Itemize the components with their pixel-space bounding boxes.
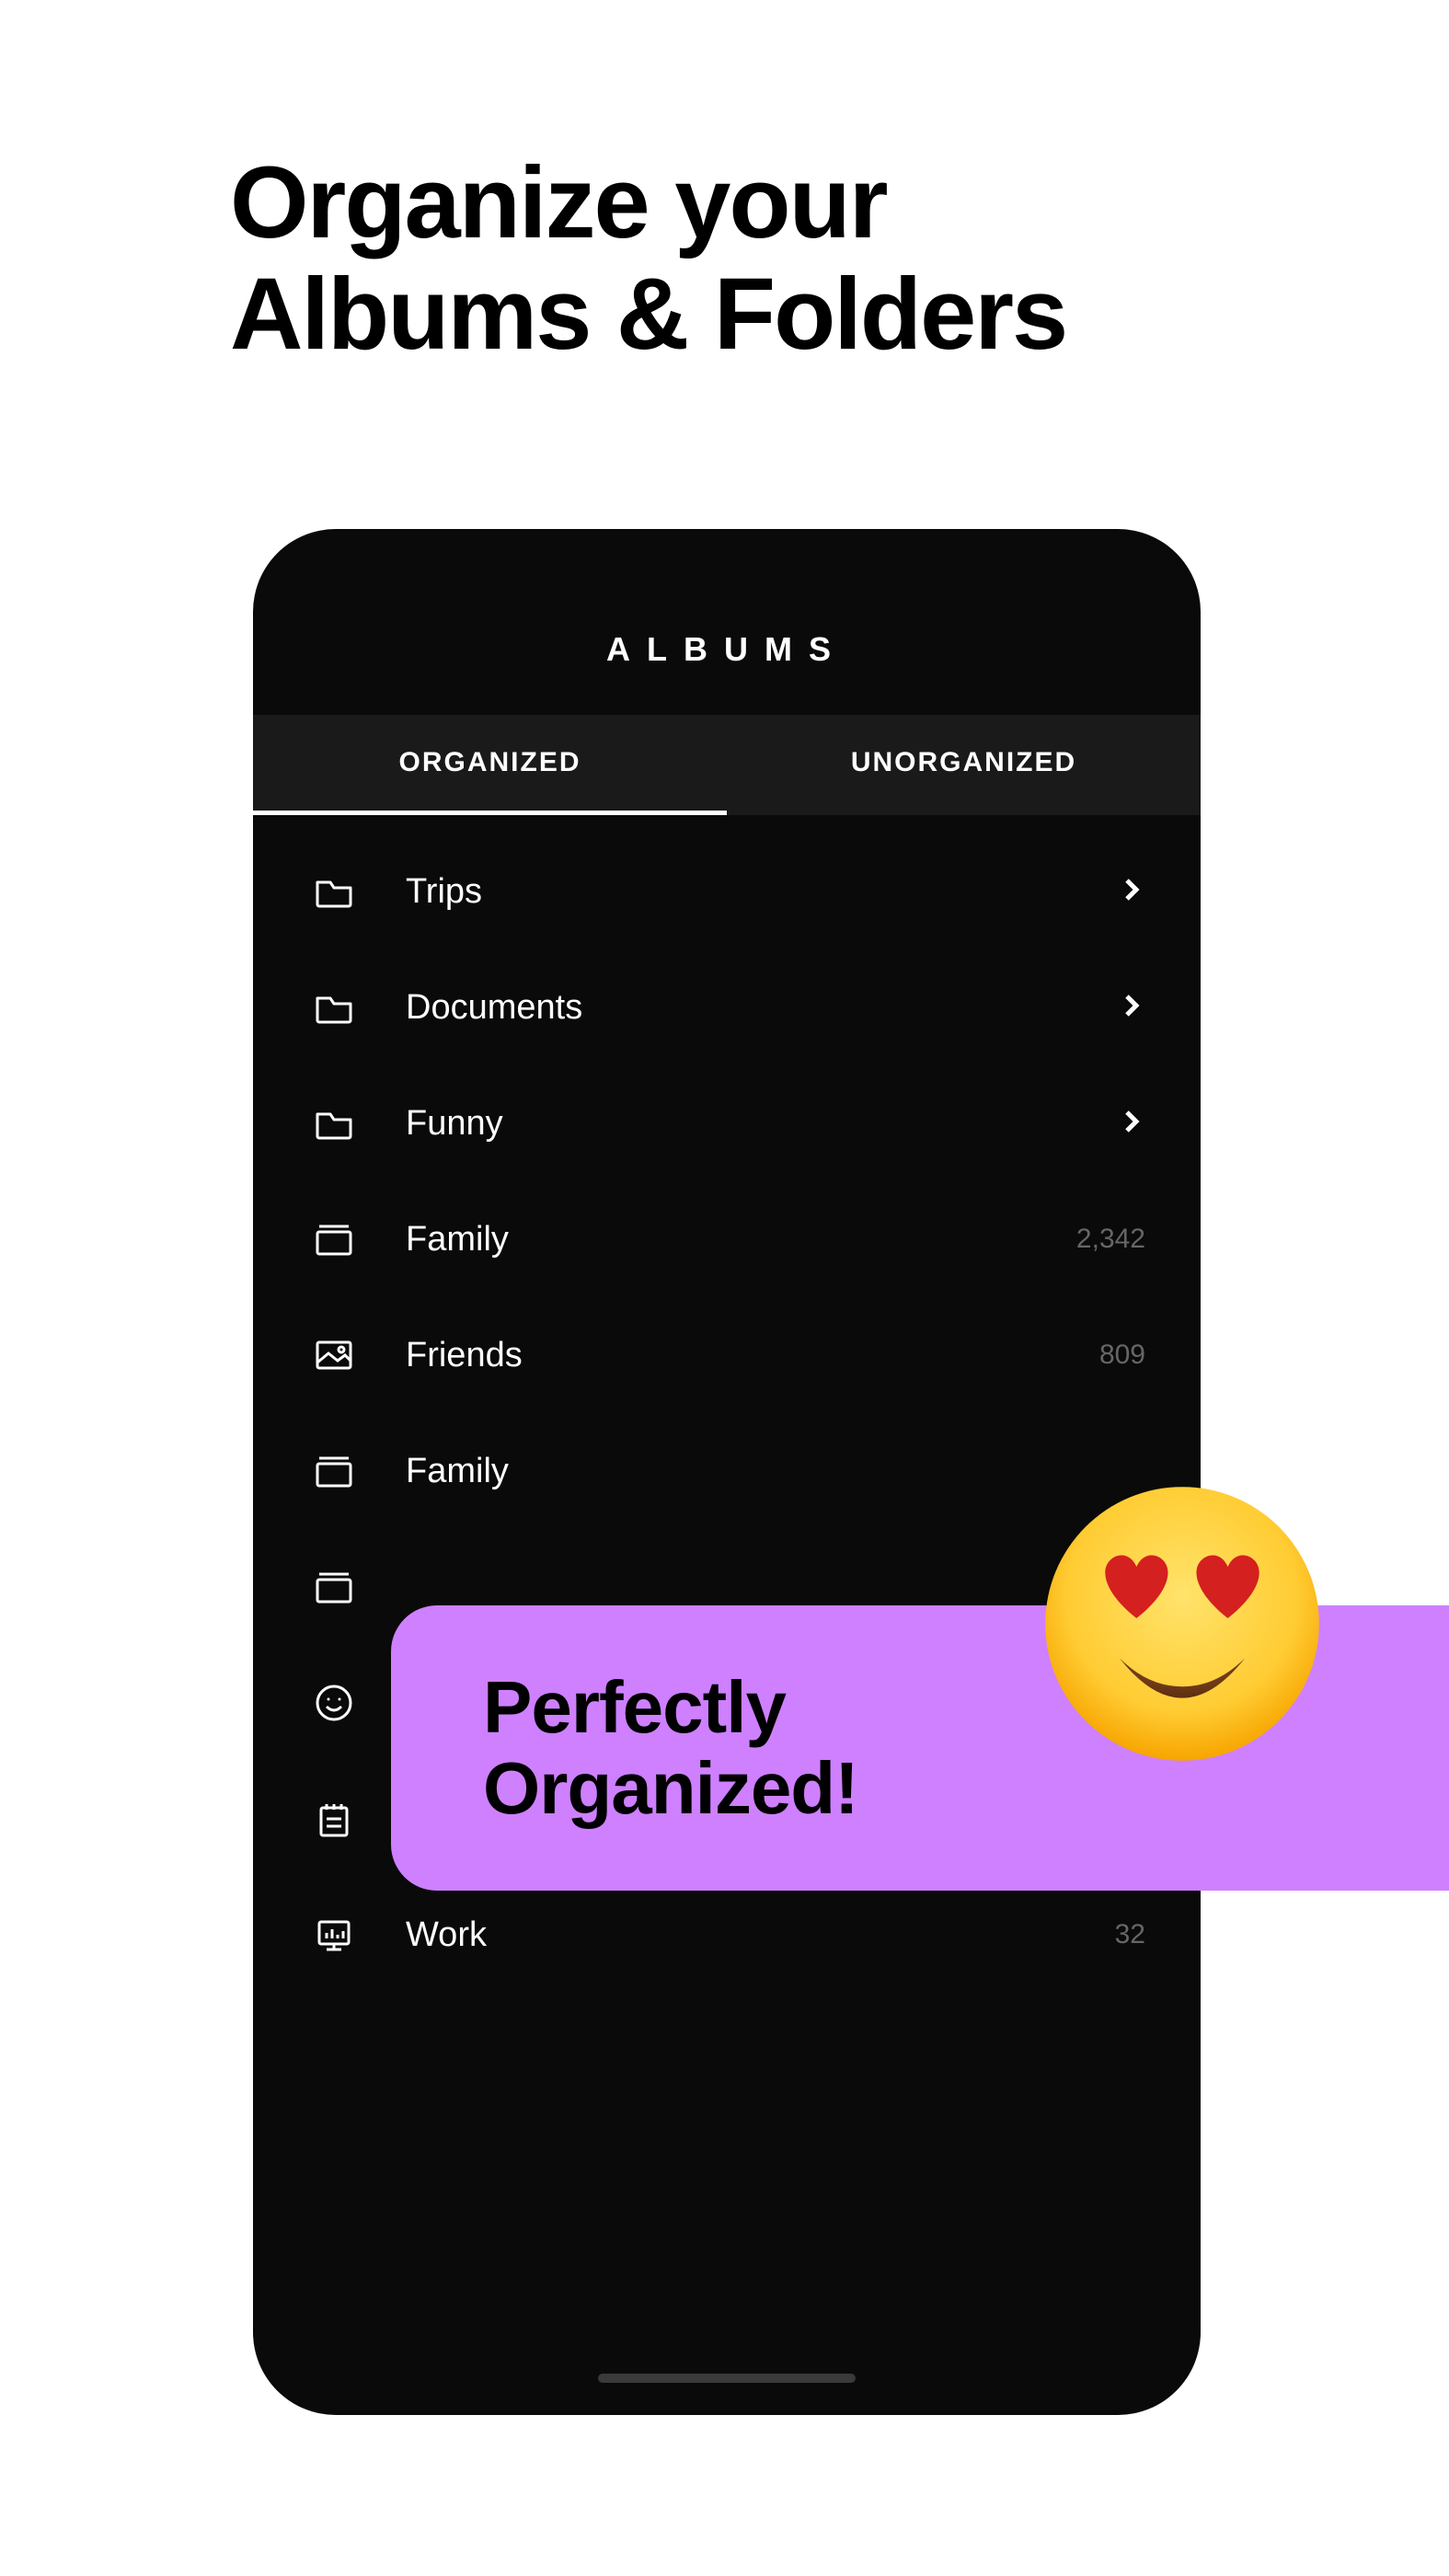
list-item-label: Trips: [406, 872, 1118, 912]
list-item[interactable]: Family2,342: [253, 1181, 1201, 1297]
callout-line1: Perfectly: [483, 1667, 858, 1748]
list-item-label: Friends: [406, 1336, 1099, 1375]
list-item-count: 2,342: [1076, 1224, 1145, 1255]
phone-frame: ALBUMS ORGANIZED UNORGANIZED Trips Docume…: [253, 529, 1201, 2415]
list-item-count: 32: [1115, 1919, 1145, 1950]
callout-line2: Organized!: [483, 1748, 858, 1829]
list-item-label: Work: [406, 1915, 1115, 1955]
list-item-label: Documents: [406, 988, 1118, 1028]
headline-line2: Albums & Folders: [230, 259, 1066, 370]
smile-icon: [308, 1677, 360, 1729]
chevron-right-icon: [1118, 1108, 1145, 1140]
chevron-right-icon: [1118, 876, 1145, 908]
chevron-right-icon: [1118, 992, 1145, 1024]
list-item-label: Funny: [406, 1104, 1118, 1144]
folder-icon: [308, 866, 360, 917]
list-item[interactable]: Friends809: [253, 1297, 1201, 1413]
tab-bar: ORGANIZED UNORGANIZED: [253, 715, 1201, 815]
album-icon: [308, 1445, 360, 1497]
list-item[interactable]: Documents: [253, 949, 1201, 1065]
tab-unorganized[interactable]: UNORGANIZED: [727, 715, 1201, 815]
marketing-headline: Organize your Albums & Folders: [230, 147, 1066, 370]
photo-icon: [308, 1329, 360, 1381]
list-item[interactable]: Work32: [253, 1877, 1201, 1993]
screen-title: ALBUMS: [253, 529, 1201, 715]
heart-eyes-emoji-icon: [1040, 1481, 1325, 1766]
list-item-label: Family: [406, 1220, 1076, 1259]
callout-text: Perfectly Organized!: [483, 1667, 858, 1829]
list-item-count: 809: [1099, 1340, 1145, 1371]
album-icon: [308, 1561, 360, 1613]
home-indicator[interactable]: [598, 2374, 856, 2383]
list-item[interactable]: Trips: [253, 834, 1201, 949]
list-item[interactable]: Funny: [253, 1065, 1201, 1181]
folder-icon: [308, 1098, 360, 1149]
tab-organized[interactable]: ORGANIZED: [253, 715, 727, 815]
folder-icon: [308, 982, 360, 1033]
chart-icon: [308, 1909, 360, 1961]
notes-icon: [308, 1793, 360, 1845]
list-item-label: Family: [406, 1452, 1145, 1491]
headline-line1: Organize your: [230, 147, 1066, 259]
album-icon: [308, 1213, 360, 1265]
